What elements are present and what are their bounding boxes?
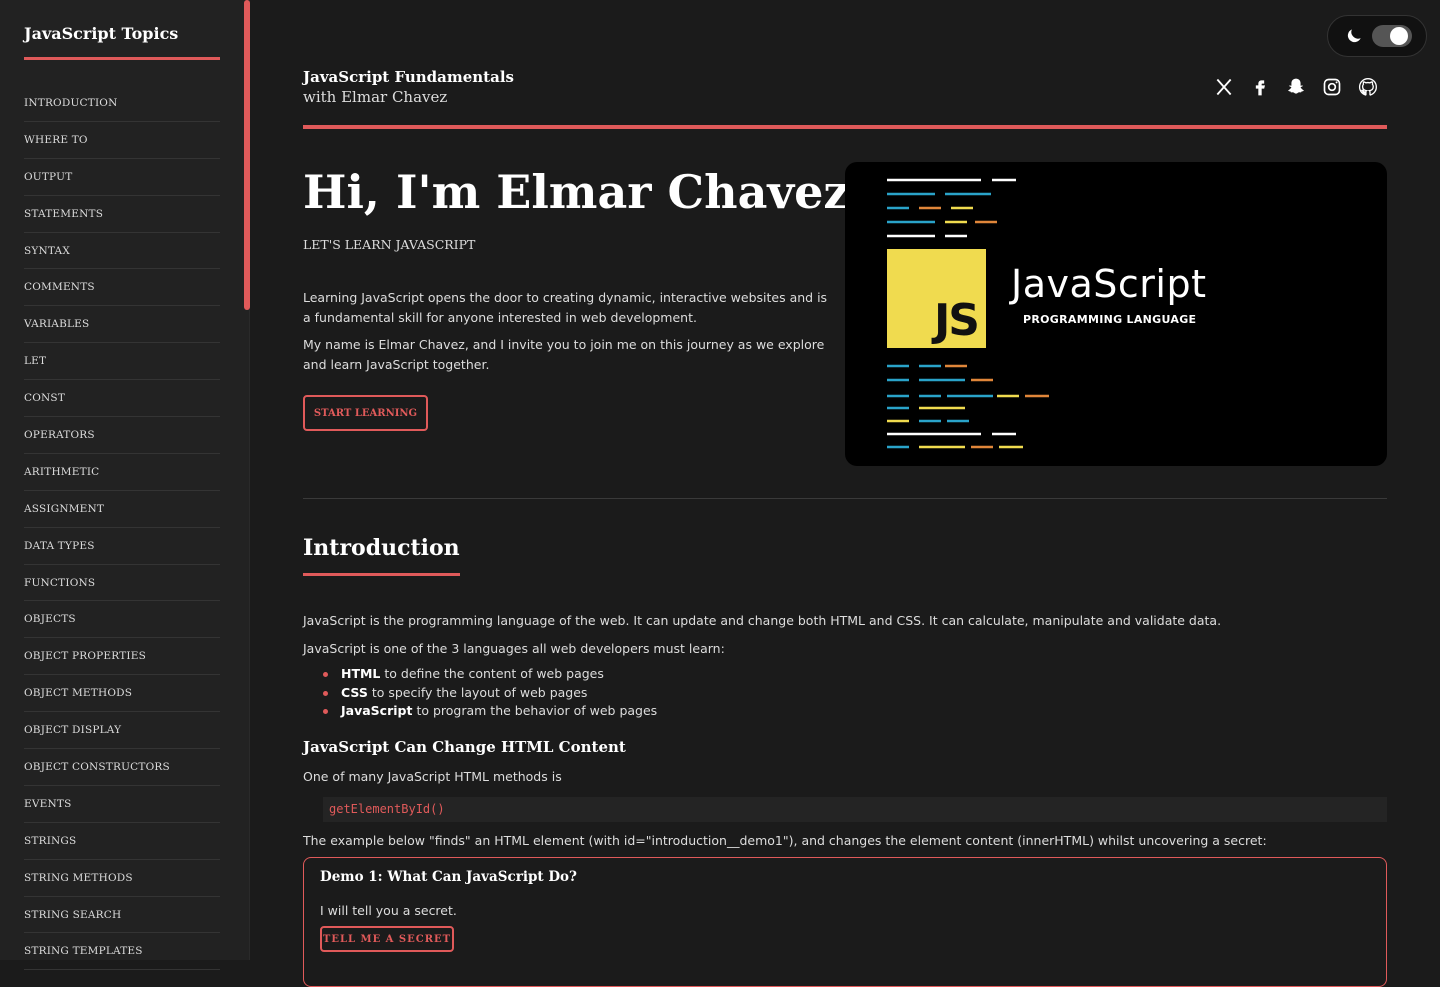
list-item-bold: JavaScript [341, 703, 413, 718]
header-divider [303, 125, 1387, 129]
list-item: JavaScript to program the behavior of we… [323, 702, 657, 721]
tell-me-a-secret-button[interactable]: TELL ME A SECRET [320, 926, 454, 952]
start-learning-button[interactable]: START LEARNING [303, 395, 428, 431]
instagram-icon[interactable] [1321, 76, 1343, 98]
list-item-text: to define the content of web pages [380, 666, 604, 681]
languages-list: HTML to define the content of web pages … [323, 665, 657, 721]
sidebar-item-objects[interactable]: OBJECTS [24, 601, 220, 639]
snapchat-icon[interactable] [1285, 76, 1307, 98]
javascript-banner-image: JS JavaScript PROGRAMMING LANGUAGE [845, 162, 1387, 466]
list-item: HTML to define the content of web pages [323, 665, 657, 684]
list-item-bold: HTML [341, 666, 381, 681]
sidebar-item-string-templates[interactable]: STRING TEMPLATES [24, 933, 220, 971]
theme-toggle[interactable] [1327, 15, 1427, 57]
js-logo: JS [887, 249, 986, 348]
facebook-icon[interactable] [1249, 76, 1271, 98]
sidebar-item-functions[interactable]: FUNCTIONS [24, 565, 220, 602]
brand-subtitle: with Elmar Chavez [303, 88, 448, 106]
intro-paragraph-2: JavaScript is one of the 3 languages all… [303, 641, 725, 656]
sidebar-item-object-properties[interactable]: OBJECT PROPERTIES [24, 638, 220, 676]
sidebar-item-syntax[interactable]: SYNTAX [24, 233, 220, 270]
javascript-wordmark: JavaScript [1011, 262, 1207, 306]
sidebar-item-strings[interactable]: STRINGS [24, 823, 220, 860]
sidebar-item-object-display[interactable]: OBJECT DISPLAY [24, 712, 220, 750]
hero-heading: Hi, I'm Elmar Chavez [303, 165, 850, 219]
sidebar-item-let[interactable]: LET [24, 343, 220, 381]
brand: JavaScript Fundamentals with Elmar Chave… [303, 68, 514, 106]
demo-text: I will tell you a secret. [320, 903, 457, 918]
intro-paragraph-1: JavaScript is the programming language o… [303, 613, 1222, 628]
introduction-heading: Introduction [303, 535, 460, 576]
sidebar-item-object-methods[interactable]: OBJECT METHODS [24, 675, 220, 713]
github-icon[interactable] [1357, 76, 1379, 98]
demo-title: Demo 1: What Can JavaScript Do? [320, 869, 577, 885]
demo-box: Demo 1: What Can JavaScript Do? I will t… [303, 857, 1387, 987]
sidebar: JavaScript Topics INTRODUCTION WHERE TO … [0, 0, 250, 971]
javascript-subtitle: PROGRAMMING LANGUAGE [1023, 313, 1197, 326]
hero-tagline: LET'S LEARN JAVASCRIPT [303, 237, 476, 252]
hero-paragraph-1: Learning JavaScript opens the door to cr… [303, 290, 828, 325]
sidebar-title: JavaScript Topics [24, 24, 220, 60]
sidebar-scrollbar[interactable] [244, 0, 250, 310]
sidebar-item-variables[interactable]: VARIABLES [24, 306, 220, 344]
change-html-heading: JavaScript Can Change HTML Content [303, 738, 626, 756]
brand-title: JavaScript Fundamentals [303, 68, 514, 86]
sidebar-item-string-search[interactable]: STRING SEARCH [24, 897, 220, 934]
sidebar-item-assignment[interactable]: ASSIGNMENT [24, 491, 220, 528]
moon-icon [1347, 29, 1361, 43]
x-icon[interactable] [1213, 76, 1235, 98]
sidebar-item-string-methods[interactable]: STRING METHODS [24, 860, 220, 897]
intro-paragraph-4: The example below "finds" an HTML elemen… [303, 833, 1267, 848]
list-item-text: to specify the layout of web pages [367, 684, 588, 700]
intro-paragraph-3: One of many JavaScript HTML methods is [303, 769, 562, 784]
sidebar-item-where-to[interactable]: WHERE TO [24, 122, 220, 159]
sidebar-item-comments[interactable]: COMMENTS [24, 269, 220, 307]
list-item-text: to program the behavior of web pages [412, 703, 658, 718]
list-item: CSS to specify the layout of web pages [323, 684, 657, 703]
sidebar-item-statements[interactable]: STATEMENTS [24, 196, 220, 233]
hero-paragraph-2: My name is Elmar Chavez, and I invite yo… [303, 337, 825, 372]
social-links [1213, 76, 1379, 98]
list-item-bold: CSS [341, 684, 368, 700]
sidebar-item-const[interactable]: CONST [24, 380, 220, 418]
code-snippet: getElementById() [323, 797, 1387, 822]
sidebar-item-output[interactable]: OUTPUT [24, 159, 220, 196]
toggle-knob [1390, 27, 1408, 45]
sidebar-item-introduction[interactable]: INTRODUCTION [24, 85, 220, 122]
main-content: JavaScript Fundamentals with Elmar Chave… [251, 0, 1440, 987]
sidebar-item-operators[interactable]: OPERATORS [24, 417, 220, 454]
sidebar-item-events[interactable]: EVENTS [24, 786, 220, 823]
sidebar-item-object-constructors[interactable]: OBJECT CONSTRUCTORS [24, 749, 220, 786]
section-divider [303, 498, 1387, 499]
sidebar-item-data-types[interactable]: DATA TYPES [24, 528, 220, 565]
js-logo-text: JS [933, 295, 980, 346]
sidebar-nav: INTRODUCTION WHERE TO OUTPUT STATEMENTS … [24, 85, 220, 971]
sidebar-item-arithmetic[interactable]: ARITHMETIC [24, 454, 220, 491]
